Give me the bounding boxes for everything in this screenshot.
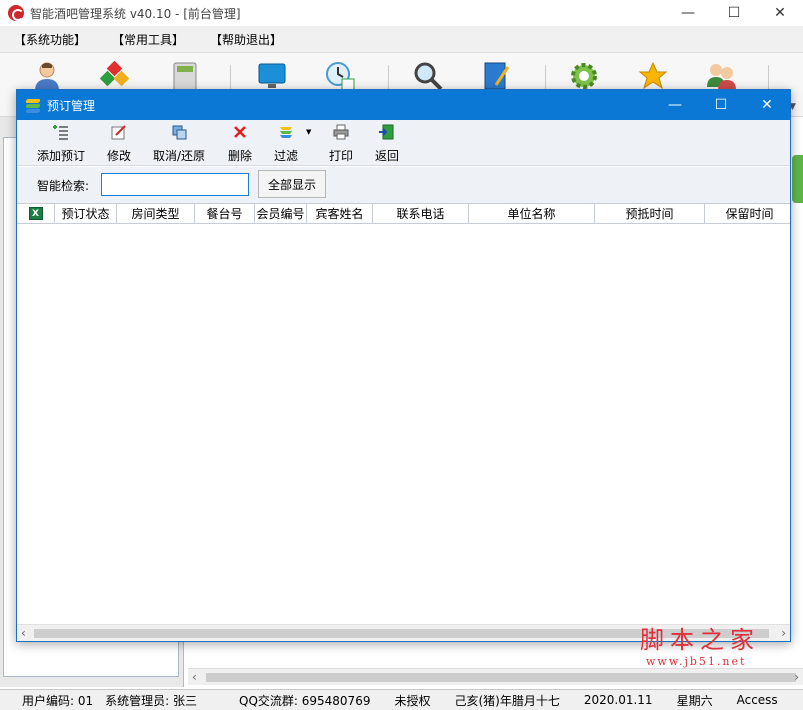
column-header[interactable]: 预订状态: [55, 204, 117, 223]
dialog-titlebar: 预订管理 — ☐ ✕: [17, 90, 790, 120]
column-header[interactable]: 联系电话: [373, 204, 469, 223]
notebook-pen-icon[interactable]: [482, 61, 512, 91]
watermark-sub: www.jb51.net: [646, 655, 747, 668]
reservation-dialog: 预订管理 — ☐ ✕ 添加预订 修改 取消/还原 删除 过滤 ▼ 打印 返回 智…: [16, 89, 791, 642]
status-weekday: 星期六: [676, 693, 713, 708]
back-button[interactable]: 返回: [375, 124, 399, 164]
background-green-tab: [792, 155, 803, 203]
status-user-code: 用户编码: 01: [22, 693, 94, 708]
column-header[interactable]: 预抵时间: [595, 204, 705, 223]
dialog-app-icon: [25, 97, 41, 113]
status-lunar-date: 己亥(猪)年腊月十七: [454, 693, 560, 708]
status-license: 未授权: [394, 693, 431, 708]
column-header[interactable]: 宾客姓名: [307, 204, 373, 223]
clock-calendar-icon[interactable]: [325, 61, 355, 91]
status-qq-group: QQ交流群: 695480769: [239, 693, 371, 708]
back-label: 返回: [375, 149, 400, 163]
menubar: 【系统功能】 【常用工具】 【帮助退出】: [0, 26, 803, 53]
watermark: 脚本之家 www.jb51.net: [640, 625, 800, 675]
edit-label: 修改: [107, 149, 132, 163]
dialog-minimize-button[interactable]: —: [652, 90, 698, 120]
status-operator: 系统管理员: 张三: [105, 693, 197, 708]
cubes-icon[interactable]: [100, 61, 130, 91]
filter-button[interactable]: 过滤: [274, 124, 298, 164]
exit-door-icon: [379, 124, 394, 140]
search-label: 智能检索:: [37, 179, 90, 193]
main-window-controls: — ☐ ✕: [665, 0, 803, 26]
status-database: Access: [736, 693, 778, 707]
statusbar: 用户编码: 01 系统管理员: 张三 QQ交流群: 695480769 未授权 …: [0, 689, 803, 710]
print-label: 打印: [329, 149, 354, 163]
main-close-button[interactable]: ✕: [757, 0, 803, 26]
delete-label: 删除: [228, 149, 253, 163]
delete-button[interactable]: 删除: [228, 124, 252, 164]
column-header[interactable]: 房间类型: [117, 204, 195, 223]
print-button[interactable]: 打印: [329, 124, 353, 164]
calculator-icon[interactable]: [170, 61, 200, 91]
user-icon[interactable]: [32, 61, 62, 91]
main-titlebar: 智能酒吧管理系统 v40.10 - [前台管理] — ☐ ✕: [0, 0, 803, 26]
excel-icon[interactable]: X: [28, 207, 43, 220]
scroll-left-icon[interactable]: ‹: [192, 670, 197, 684]
menu-system-functions[interactable]: 【系统功能】: [14, 31, 86, 48]
dialog-title: 预订管理: [47, 98, 96, 113]
status-date: 2020.01.11: [583, 693, 653, 707]
column-header[interactable]: 保留时间: [705, 204, 790, 223]
edit-icon: [111, 125, 126, 140]
app-logo-icon: [8, 5, 24, 21]
edit-button[interactable]: 修改: [107, 124, 131, 164]
app-title: 智能酒吧管理系统 v40.10 - [前台管理]: [30, 6, 241, 21]
toolbar-separator: [388, 65, 389, 91]
main-maximize-button[interactable]: ☐: [711, 0, 757, 26]
delete-x-icon: [234, 126, 246, 138]
cancel-restore-button[interactable]: 取消/还原: [153, 124, 205, 164]
magnifier-icon[interactable]: [413, 61, 443, 91]
filter-label: 过滤: [274, 149, 299, 163]
monitor-icon[interactable]: [257, 61, 287, 91]
toolbar-separator: [768, 65, 769, 91]
cancel-restore-icon: [172, 125, 187, 140]
dialog-close-button[interactable]: ✕: [744, 90, 790, 120]
column-header[interactable]: 会员编号: [255, 204, 307, 223]
toolbar-separator: [230, 65, 231, 91]
main-minimize-button[interactable]: —: [665, 0, 711, 26]
add-reservation-button[interactable]: 添加预订: [37, 124, 85, 164]
gear-icon[interactable]: [569, 61, 599, 91]
column-header[interactable]: 餐台号: [195, 204, 255, 223]
users-icon[interactable]: [706, 61, 736, 91]
toolbar-separator: [545, 65, 546, 91]
dialog-window-controls: — ☐ ✕: [652, 90, 790, 120]
add-list-icon: [53, 125, 68, 140]
grid-header: X 预订状态 房间类型 餐台号 会员编号 宾客姓名 联系电话 单位名称 预抵时间…: [17, 203, 790, 224]
menu-help-exit[interactable]: 【帮助退出】: [210, 31, 282, 48]
menu-common-tools[interactable]: 【常用工具】: [112, 31, 184, 48]
filter-dropdown-arrow-icon[interactable]: ▼: [306, 128, 311, 136]
watermark-main: 脚本之家: [640, 626, 760, 654]
star-icon[interactable]: [638, 61, 668, 91]
show-all-button[interactable]: 全部显示: [258, 170, 326, 198]
dialog-toolbar: 添加预订 修改 取消/还原 删除 过滤 ▼ 打印 返回: [17, 120, 790, 166]
column-header[interactable]: 单位名称: [469, 204, 595, 223]
scroll-left-icon[interactable]: ‹: [21, 626, 26, 640]
filter-icon: [280, 127, 292, 138]
printer-icon: [333, 124, 349, 140]
export-excel-column[interactable]: X: [17, 204, 55, 223]
cancel-restore-label: 取消/还原: [153, 149, 206, 163]
search-input[interactable]: [101, 173, 249, 196]
add-reservation-label: 添加预订: [37, 149, 86, 163]
dialog-maximize-button[interactable]: ☐: [698, 90, 744, 120]
search-bar: 智能检索: 全部显示: [17, 167, 790, 203]
grid-body[interactable]: [17, 224, 790, 624]
